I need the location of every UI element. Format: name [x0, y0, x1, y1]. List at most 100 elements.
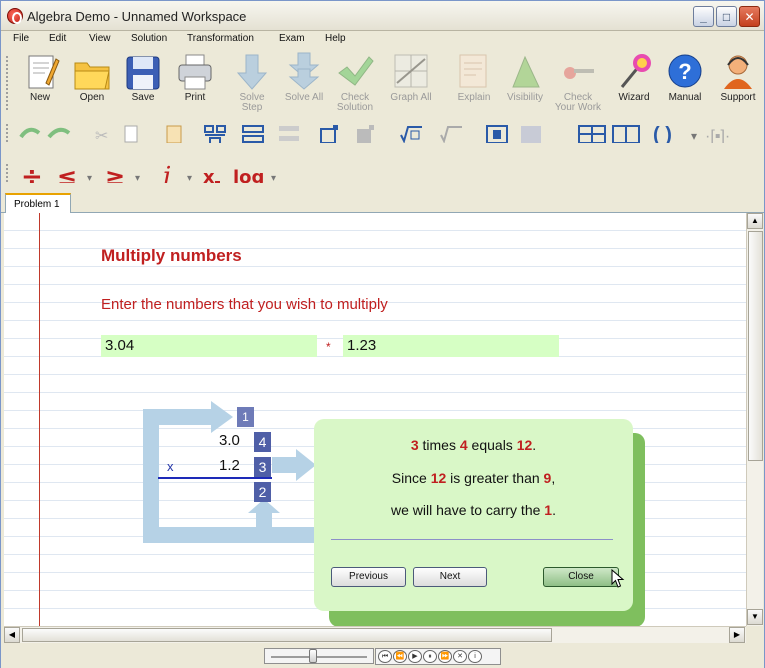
pause-icon[interactable]: ⏸: [423, 650, 437, 663]
play-icon[interactable]: ▶: [408, 650, 422, 663]
toolbar-grip-icon[interactable]: [5, 123, 9, 143]
maximize-button[interactable]: □: [716, 6, 737, 27]
visibility-button[interactable]: Visibility: [501, 51, 549, 113]
title-bar[interactable]: Algebra Demo - Unnamed Workspace _ □ ✕: [1, 1, 764, 31]
worksheet[interactable]: Multiply numbers Enter the numbers that …: [4, 213, 746, 626]
explanation-line-3: we will have to carry the 1.: [391, 502, 556, 518]
result-digit: 2: [254, 482, 271, 502]
graph-all-button[interactable]: Graph All: [387, 51, 435, 113]
format-icons-group[interactable]: ✂: [15, 123, 575, 143]
second-number-field[interactable]: 1.23: [343, 335, 559, 357]
scroll-down-arrow-icon[interactable]: ▼: [747, 609, 763, 625]
menu-edit[interactable]: Edit: [43, 31, 83, 48]
svg-text:▾: ▾: [87, 173, 92, 183]
svg-text:log: log: [233, 167, 264, 183]
menu-exam[interactable]: Exam: [273, 31, 319, 48]
multiplier-digits: 1.2: [219, 457, 240, 474]
explain-icon: [454, 51, 494, 93]
svg-text:i: i: [163, 163, 171, 183]
bracket-icons-group[interactable]: ( ) ▾ ·[▪]·: [573, 123, 763, 143]
explanation-popup: 3 times 4 equals 12. Since 12 is greater…: [314, 419, 633, 611]
fast-forward-icon[interactable]: ⏩: [438, 650, 452, 663]
explain-button[interactable]: Explain: [451, 51, 497, 113]
menu-solution[interactable]: Solution: [125, 31, 181, 48]
check-solution-icon: [335, 51, 375, 93]
wizard-button[interactable]: Wizard: [613, 51, 655, 113]
explanation-line-1: 3 times 4 equals 12.: [410, 437, 537, 453]
first-step-icon[interactable]: ⏮: [378, 650, 392, 663]
solve-step-button[interactable]: Solve Step: [231, 51, 273, 113]
math-symbol-icons-group[interactable]: ÷ ≤ ▾ ≥ ▾ i ▾ x log ▾: [15, 163, 295, 183]
multiplicand-highlight-digit: 4: [254, 432, 271, 452]
svg-text:x: x: [203, 167, 215, 183]
toolbar-grip-icon[interactable]: [5, 163, 9, 183]
new-document-icon: [20, 51, 60, 93]
close-window-button[interactable]: ✕: [739, 6, 760, 27]
solve-all-icon: [284, 51, 324, 93]
app-logo-icon: [7, 8, 23, 24]
window-title: Algebra Demo - Unnamed Workspace: [27, 9, 247, 24]
explanation-line-2: Since 12 is greater than 9,: [391, 470, 556, 486]
print-button[interactable]: Print: [173, 51, 217, 113]
scroll-right-arrow-icon[interactable]: ▶: [729, 627, 745, 643]
svg-text:▾: ▾: [187, 173, 192, 183]
menu-transformation[interactable]: Transformation: [181, 31, 273, 48]
support-icon: [718, 51, 758, 93]
carry-digit: 1: [237, 407, 254, 427]
minimize-button[interactable]: _: [693, 6, 714, 27]
visibility-icon: [505, 51, 545, 93]
new-button[interactable]: New: [19, 51, 61, 113]
speed-slider-knob[interactable]: [309, 649, 317, 663]
first-number-field[interactable]: 3.04: [101, 335, 317, 357]
vertical-scroll-thumb[interactable]: [748, 231, 763, 461]
svg-text:▾: ▾: [135, 173, 140, 183]
scroll-left-arrow-icon[interactable]: ◀: [4, 627, 20, 643]
svg-text:✂: ✂: [95, 128, 108, 143]
horizontal-scrollbar[interactable]: ◀ ▶: [4, 626, 746, 643]
printer-icon: [175, 51, 215, 93]
check-solution-button[interactable]: Check Solution: [334, 51, 376, 113]
horizontal-scroll-thumb[interactable]: [22, 628, 552, 642]
solve-step-icon: [232, 51, 272, 93]
check-your-work-button[interactable]: Check Your Work: [551, 51, 605, 113]
manual-button[interactable]: ? Manual: [663, 51, 707, 113]
menu-file[interactable]: File: [7, 31, 43, 48]
info-icon[interactable]: i: [468, 650, 482, 663]
save-button[interactable]: Save: [121, 51, 165, 113]
folder-icon: [72, 51, 112, 93]
menu-help[interactable]: Help: [319, 31, 359, 48]
close-popup-button[interactable]: Close: [543, 567, 619, 587]
app-window: Algebra Demo - Unnamed Workspace _ □ ✕ F…: [0, 0, 765, 668]
arrow-right-icon: [211, 401, 233, 433]
open-button[interactable]: Open: [69, 51, 115, 113]
times-sign: x: [167, 459, 174, 474]
check-work-icon: [558, 51, 598, 93]
menu-view[interactable]: View: [83, 31, 125, 48]
rewind-icon[interactable]: ⏪: [393, 650, 407, 663]
svg-text:▾: ▾: [271, 173, 276, 183]
result-line: [158, 477, 272, 479]
speed-slider[interactable]: [264, 648, 374, 664]
problem-prompt: Enter the numbers that you wish to multi…: [101, 296, 388, 313]
tab-problem-1[interactable]: Problem 1: [5, 193, 71, 214]
wizard-icon: [614, 51, 654, 93]
multiply-operator: *: [326, 340, 331, 354]
tab-strip: Problem 1: [1, 191, 764, 214]
stop-icon[interactable]: ✕: [453, 650, 467, 663]
support-button[interactable]: Support: [714, 51, 762, 113]
popup-separator: [331, 539, 613, 540]
graph-icon: [391, 51, 431, 93]
main-toolbar: New Open Save Print Solve Step Solve All…: [1, 49, 764, 115]
solve-all-button[interactable]: Solve All: [279, 51, 329, 113]
margin-line: [39, 213, 40, 626]
vertical-scrollbar[interactable]: ▲ ▼: [746, 213, 763, 626]
playback-bar: ⏮ ⏪ ▶ ⏸ ⏩ ✕ i: [1, 644, 764, 668]
carry-arrow-band: [143, 527, 317, 543]
toolbar-grip-icon[interactable]: [5, 55, 9, 111]
scroll-up-arrow-icon[interactable]: ▲: [747, 213, 763, 229]
svg-text:▾: ▾: [691, 129, 697, 143]
floppy-icon: [123, 51, 163, 93]
media-controls: ⏮ ⏪ ▶ ⏸ ⏩ ✕ i: [375, 648, 501, 665]
next-button[interactable]: Next: [413, 567, 487, 587]
previous-button[interactable]: Previous: [331, 567, 406, 587]
